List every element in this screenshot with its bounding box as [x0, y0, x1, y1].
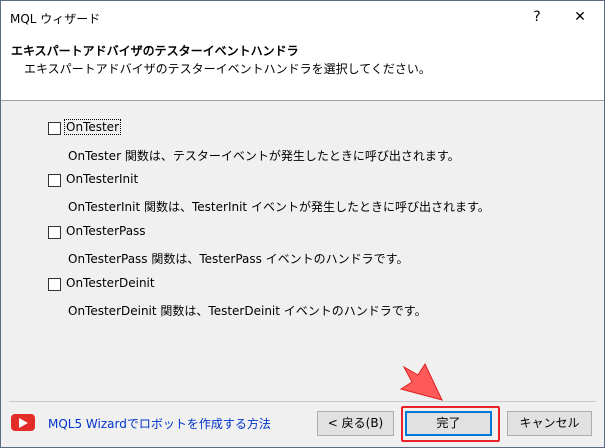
option-description: OnTesterPass 関数は、TesterPass イベントのハンドラです。: [68, 252, 409, 266]
page-title: エキスパートアドバイザのテスターイベントハンドラ: [11, 44, 299, 58]
option-description: OnTesterInit 関数は、TesterInit イベントが発生したときに…: [68, 200, 490, 214]
option-description: OnTesterDeinit 関数は、TesterDeinit イベントのハンド…: [68, 304, 427, 318]
option-label[interactable]: OnTesterPass: [65, 224, 147, 238]
wizard-window: MQL ウィザード ? ✕ エキスパートアドバイザのテスターイベントハンドラ エ…: [0, 0, 605, 448]
youtube-icon[interactable]: [11, 414, 35, 431]
finish-highlight-box: [401, 406, 500, 442]
footer-divider: [9, 401, 596, 402]
checkbox-ontesterdeinit[interactable]: [48, 278, 61, 291]
title-bar: MQL ウィザード ? ✕: [1, 1, 604, 33]
window-title: MQL ウィザード: [10, 12, 101, 26]
close-button[interactable]: ✕: [565, 5, 595, 29]
help-button[interactable]: ?: [522, 5, 552, 29]
option-label[interactable]: OnTesterInit: [65, 172, 139, 186]
option-label[interactable]: OnTester: [64, 119, 121, 135]
options-panel: OnTester OnTester 関数は、テスターイベントが発生したときに呼び…: [1, 101, 604, 401]
option-label[interactable]: OnTesterDeinit: [65, 276, 156, 290]
video-tutorial-link[interactable]: MQL5 Wizardでロボットを作成する方法: [48, 415, 271, 432]
cancel-button[interactable]: キャンセル: [507, 411, 592, 436]
checkbox-ontesterpass[interactable]: [48, 226, 61, 239]
wizard-header: エキスパートアドバイザのテスターイベントハンドラ エキスパートアドバイザのテスタ…: [1, 33, 604, 101]
option-description: OnTester 関数は、テスターイベントが発生したときに呼び出されます。: [68, 149, 460, 163]
checkbox-ontesterinit[interactable]: [48, 174, 61, 187]
back-button[interactable]: < 戻る(B): [317, 411, 394, 436]
checkbox-ontester[interactable]: [48, 122, 61, 135]
page-subtitle: エキスパートアドバイザのテスターイベントハンドラを選択してください。: [24, 62, 431, 76]
pointer-arrow-icon: [399, 362, 443, 401]
